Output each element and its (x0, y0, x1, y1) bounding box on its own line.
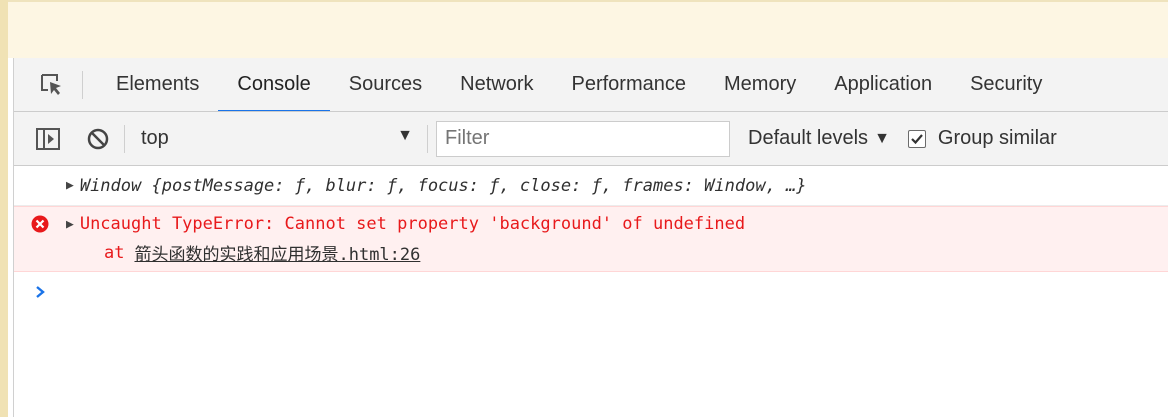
checkmark-icon (911, 133, 923, 144)
page-top-banner (8, 0, 1168, 58)
tab-console[interactable]: Console (218, 58, 331, 111)
tab-label: Sources (348, 73, 423, 95)
error-message-text[interactable]: Uncaught TypeError: Cannot set property … (80, 214, 745, 234)
clear-console-icon (87, 128, 109, 149)
console-prompt[interactable] (14, 272, 1168, 312)
tab-label: Elements (116, 73, 200, 95)
screen: Elements Console Sources Network Perform… (0, 0, 1168, 417)
expand-triangle-icon[interactable]: ▶ (66, 217, 74, 232)
log-levels-label: Default levels (748, 127, 869, 149)
toolbar-divider (427, 124, 428, 153)
group-similar-checkbox[interactable] (907, 129, 926, 148)
log-levels-dropdown[interactable]: Default levels ▼ (748, 127, 890, 150)
tab-label: Console (237, 73, 311, 95)
tab-label: Network (460, 73, 534, 95)
console-message-error: ▶ Uncaught TypeError: Cannot set propert… (14, 206, 1168, 272)
stack-source-link[interactable]: 箭头函数的实践和应用场景.html:26 (134, 240, 420, 265)
toolbar-divider (124, 124, 125, 153)
tab-memory[interactable]: Memory (705, 58, 815, 111)
inspect-element-button[interactable] (34, 67, 70, 103)
tab-divider (82, 70, 83, 99)
dropdown-arrow-icon: ▼ (874, 129, 890, 147)
context-selector-value: top (141, 127, 169, 149)
tab-label: Performance (571, 73, 687, 95)
tab-application[interactable]: Application (815, 58, 951, 111)
tab-performance[interactable]: Performance (553, 58, 706, 111)
console-message-text[interactable]: Window {postMessage: ƒ, blur: ƒ, focus: … (80, 176, 807, 196)
show-sidebar-button[interactable] (34, 125, 62, 153)
console-message-info: ▶ Window {postMessage: ƒ, blur: ƒ, focus… (14, 166, 1168, 206)
error-icon (31, 215, 49, 233)
filter-input[interactable] (436, 120, 730, 157)
group-similar-option: Group similar (907, 127, 1057, 150)
prompt-chevron-icon (36, 286, 45, 298)
dropdown-arrow-icon: ▼ (397, 126, 413, 144)
expand-triangle-icon[interactable]: ▶ (66, 178, 74, 193)
console-toolbar: top ▼ Default levels ▼ Group similar (14, 112, 1168, 166)
left-edge-strip (0, 0, 8, 417)
tab-sources[interactable]: Sources (330, 58, 441, 111)
tab-label: Application (834, 73, 933, 95)
stack-prefix: at (104, 242, 125, 263)
inspect-element-icon (41, 73, 61, 95)
devtools-tab-bar: Elements Console Sources Network Perform… (14, 58, 1168, 112)
clear-console-button[interactable] (84, 125, 112, 153)
tab-label: Memory (724, 73, 797, 95)
devtools-panel: Elements Console Sources Network Perform… (13, 58, 1168, 417)
tab-label: Security (970, 73, 1043, 95)
tab-network[interactable]: Network (441, 58, 552, 111)
show-sidebar-icon (36, 127, 60, 150)
tab-security[interactable]: Security (951, 58, 1061, 111)
tab-elements[interactable]: Elements (97, 58, 218, 111)
group-similar-label: Group similar (937, 127, 1057, 149)
context-selector[interactable]: top ▼ (141, 119, 421, 159)
